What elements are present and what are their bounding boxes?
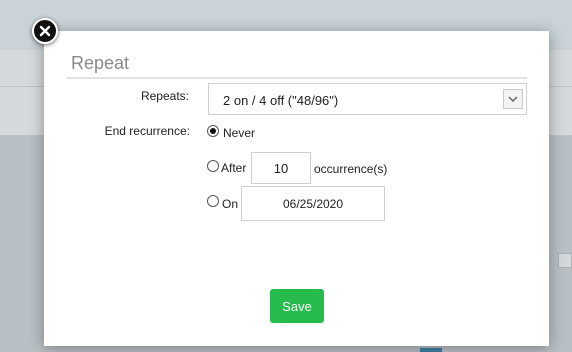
after-radio[interactable]: [207, 160, 219, 172]
repeats-select[interactable]: 2 on / 4 off ("48/96"): [208, 83, 527, 115]
end-date-input[interactable]: [241, 186, 385, 221]
background-accent: [420, 348, 442, 352]
occurrence-count-input[interactable]: [251, 152, 311, 184]
close-button[interactable]: [32, 18, 58, 44]
end-recurrence-label: End recurrence:: [104, 124, 190, 138]
repeat-dialog: Repeat Repeats: 2 on / 4 off ("48/96") E…: [44, 31, 549, 346]
save-button[interactable]: Save: [270, 289, 324, 323]
after-label: After: [221, 161, 247, 175]
repeats-select-value: 2 on / 4 off ("48/96"): [223, 93, 339, 108]
chevron-down-icon: [508, 96, 518, 102]
never-label: Never: [223, 126, 256, 140]
never-radio[interactable]: [207, 125, 219, 137]
title-divider: [66, 77, 527, 79]
repeats-label: Repeats:: [140, 89, 189, 103]
on-radio[interactable]: [207, 195, 219, 207]
background-control: [558, 253, 572, 268]
on-label: On: [222, 197, 239, 211]
repeats-dropdown-button[interactable]: [503, 89, 523, 109]
dialog-title: Repeat: [71, 53, 130, 73]
close-icon: [39, 25, 51, 37]
occurrences-suffix: occurrence(s): [314, 162, 388, 176]
